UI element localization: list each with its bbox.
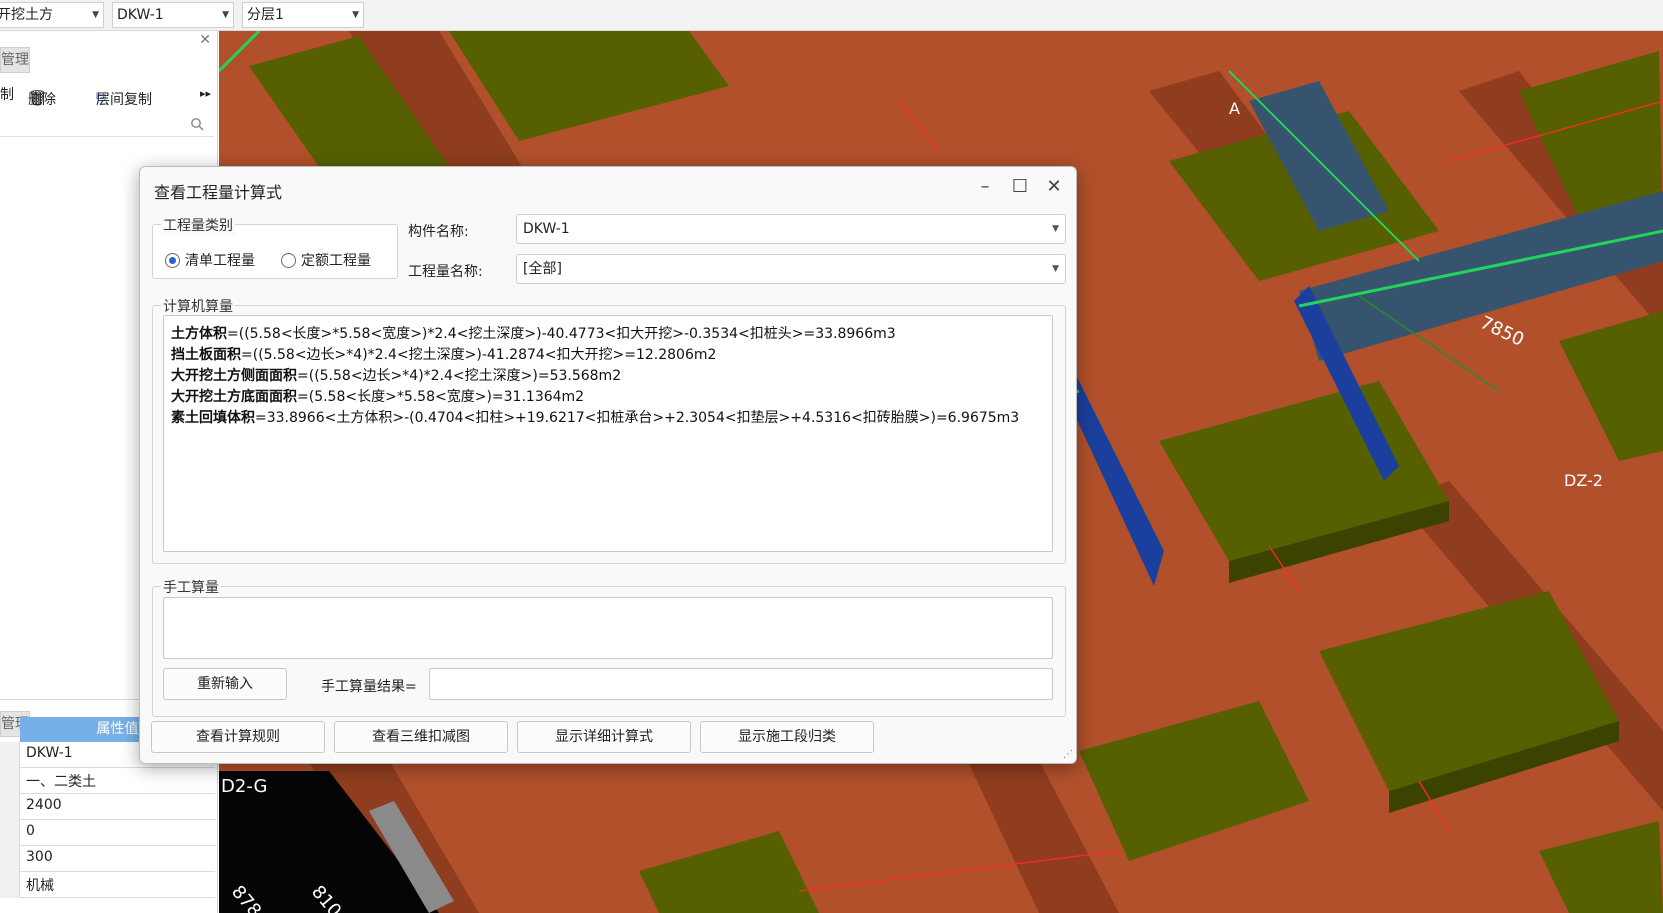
axis-label: DZ-2 [1564, 471, 1603, 490]
chevron-down-icon: ▼ [92, 10, 99, 20]
table-row[interactable]: 一、二类土 [0, 768, 215, 794]
view-calc-rules-button[interactable]: 查看计算规则 [151, 721, 325, 753]
formula-line: 土方体积=((5.58<长度>*5.58<宽度>)*2.4<挖土深度>)-40.… [171, 323, 896, 343]
group-legend: 手工算量 [161, 577, 221, 597]
close-icon[interactable]: ✕ [199, 32, 211, 48]
resize-grip-icon[interactable]: ⋰ [1063, 749, 1073, 760]
view-3d-deduction-button[interactable]: 查看三维扣减图 [334, 721, 508, 753]
manual-result-label: 手工算量结果= [321, 679, 417, 695]
formula-line: 大开挖土方侧面面积=((5.58<边长>*4)*2.4<挖土深度>)=53.56… [171, 365, 621, 385]
layer-select[interactable]: 分层1 ▼ [242, 2, 364, 28]
maximize-icon[interactable]: ☐ [1007, 175, 1033, 199]
computer-calculation-group: 计算机算量 土方体积=((5.58<长度>*5.58<宽度>)*2.4<挖土深度… [152, 296, 1066, 564]
component-search-input[interactable] [0, 111, 214, 137]
radio-label: 定额工程量 [301, 253, 371, 269]
table-row[interactable]: 0 [0, 820, 215, 846]
component-name-label: 构件名称: [408, 224, 469, 240]
formula-expression: =((5.58<边长>*4)*2.4<挖土深度>)=53.568m2 [297, 368, 622, 384]
formula-line: 大开挖土方底面面积=(5.58<长度>*5.58<宽度>)=31.1364m2 [171, 386, 584, 406]
radio-checked-icon [165, 253, 180, 268]
component-toolbar: 制 🗑 删除 ⧉ 层间复制 ▸▸ [0, 79, 218, 109]
more-tools-button[interactable]: ▸▸ [200, 87, 211, 100]
manual-result-input[interactable] [429, 668, 1053, 700]
formula-name: 挡土板面积 [171, 347, 241, 363]
reenter-button[interactable]: 重新输入 [163, 668, 287, 700]
property-value: 0 [26, 823, 35, 839]
calculation-formula-area[interactable]: 土方体积=((5.58<长度>*5.58<宽度>)*2.4<挖土深度>)-40.… [163, 315, 1053, 552]
formula-expression: =33.8966<土方体积>-(0.4704<扣柱>+19.6217<扣桩承台>… [255, 410, 1020, 426]
radio-bill-quantity[interactable]: 清单工程量 [165, 250, 255, 270]
view-quantity-formula-dialog: 查看工程量计算式 – ☐ ✕ 工程量类别 清单工程量 定额工程量 构件名称: D… [139, 166, 1077, 764]
quantity-name-value: [全部] [523, 261, 562, 277]
formula-name: 土方体积 [171, 326, 227, 342]
element-type-value: 开挖土方 [0, 7, 53, 23]
minimize-icon[interactable]: – [972, 175, 998, 199]
quantity-name-label: 工程量名称: [408, 264, 483, 280]
table-row[interactable]: 机械 [0, 872, 215, 898]
search-icon [191, 118, 204, 131]
axis-label: A [1229, 99, 1240, 118]
radio-label: 清单工程量 [185, 253, 255, 269]
property-value: 300 [26, 849, 53, 865]
formula-expression: =(5.58<长度>*5.58<宽度>)=31.1364m2 [297, 389, 585, 405]
quantity-type-group: 工程量类别 清单工程量 定额工程量 [152, 215, 398, 279]
copy-button[interactable]: 制 [0, 84, 14, 104]
element-type-select[interactable]: 开挖土方 ▼ [0, 2, 104, 28]
chevron-down-icon: ▼ [352, 10, 359, 20]
manual-formula-input[interactable] [163, 597, 1053, 659]
chevron-down-icon: ▼ [1052, 224, 1059, 234]
chevron-down-icon: ▼ [222, 10, 229, 20]
component-name-value: DKW-1 [523, 221, 570, 237]
formula-expression: =((5.58<长度>*5.58<宽度>)*2.4<挖土深度>)-40.4773… [227, 326, 896, 342]
table-row[interactable]: 300 [0, 846, 215, 872]
table-row[interactable]: 2400 [0, 794, 215, 820]
close-icon[interactable]: ✕ [1041, 175, 1067, 199]
tab-manage-top[interactable]: 管理 [0, 47, 30, 73]
property-value: 机械 [26, 878, 54, 894]
formula-line: 挡土板面积=((5.58<边长>*4)*2.4<挖土深度>)-41.2874<扣… [171, 344, 716, 364]
formula-name: 素土回填体积 [171, 410, 255, 426]
chevron-down-icon: ▼ [1052, 264, 1059, 274]
formula-name: 大开挖土方侧面面积 [171, 368, 297, 384]
formula-expression: =((5.58<边长>*4)*2.4<挖土深度>)-41.2874<扣大开挖>=… [241, 347, 717, 363]
layer-value: 分层1 [247, 7, 284, 23]
quantity-name-select[interactable]: [全部] ▼ [516, 254, 1066, 284]
manual-calculation-group: 手工算量 重新输入 手工算量结果= [152, 577, 1066, 717]
group-legend: 计算机算量 [161, 296, 235, 316]
formula-line: 素土回填体积=33.8966<土方体积>-(0.4704<扣柱>+19.6217… [171, 407, 1019, 427]
axis-label: D2-G [221, 776, 268, 797]
radio-quota-quantity[interactable]: 定额工程量 [281, 250, 371, 270]
property-value: 2400 [26, 797, 62, 813]
show-detailed-formula-button[interactable]: 显示详细计算式 [517, 721, 691, 753]
property-value: DKW-1 [26, 745, 73, 761]
dialog-title: 查看工程量计算式 [154, 183, 283, 202]
tab-label: 管理 [1, 52, 29, 68]
property-value: 一、二类土 [26, 774, 96, 790]
group-legend: 工程量类别 [161, 215, 235, 235]
formula-name: 大开挖土方底面面积 [171, 389, 297, 405]
show-construction-segment-button[interactable]: 显示施工段归类 [700, 721, 874, 753]
delete-label: 删除 [28, 92, 56, 108]
floor-copy-label: 层间复制 [96, 92, 152, 108]
top-toolbar: 开挖土方 ▼ DKW-1 ▼ 分层1 ▼ [0, 0, 1663, 31]
component-value: DKW-1 [117, 7, 164, 23]
component-name-select[interactable]: DKW-1 ▼ [516, 214, 1066, 244]
radio-unchecked-icon [281, 253, 296, 268]
component-select[interactable]: DKW-1 ▼ [112, 2, 234, 28]
